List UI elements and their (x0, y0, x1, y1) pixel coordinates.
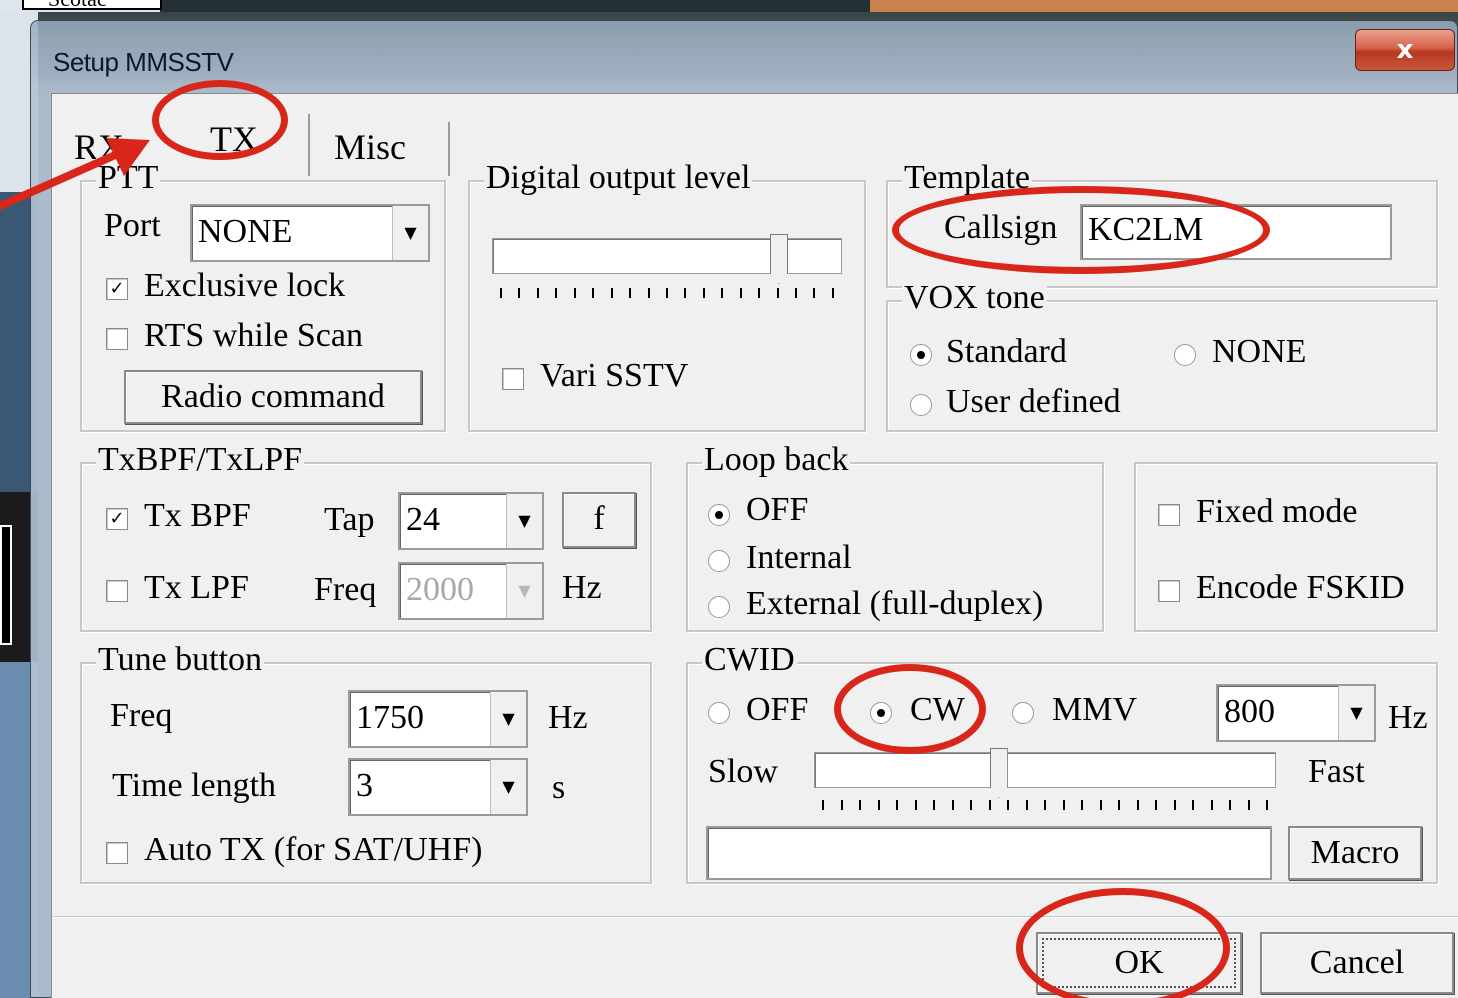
annotation-arrow (0, 138, 150, 210)
